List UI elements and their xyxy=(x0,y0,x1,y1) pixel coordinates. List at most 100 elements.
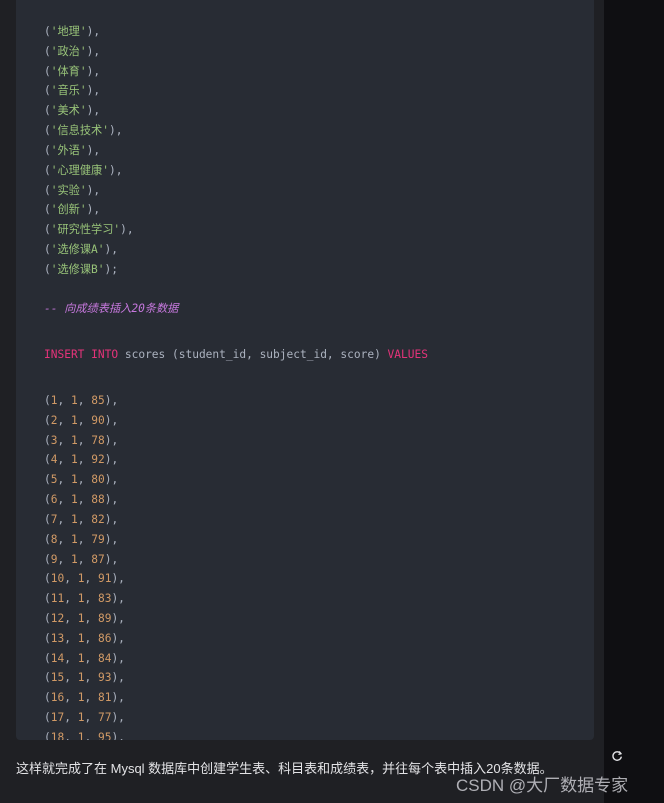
punct: , xyxy=(84,730,98,740)
csdn-watermark: CSDN @大厂数据专家 xyxy=(456,776,629,795)
code-line-score-row: (2, 1, 90), xyxy=(44,411,428,431)
punct: ), xyxy=(86,183,101,197)
punct: ( xyxy=(44,671,51,685)
punct: ( xyxy=(44,473,51,487)
punct: , xyxy=(57,512,71,526)
code-line-score-row: (10, 1, 91), xyxy=(44,569,428,589)
code-line-subject: ('美术'), xyxy=(44,101,428,121)
punct: ), xyxy=(111,592,125,606)
code-line-subject: ('外语'), xyxy=(44,141,428,161)
sql-string: '选修课A' xyxy=(50,242,105,256)
punct: , xyxy=(77,493,92,507)
code-line-score-row: (11, 1, 83), xyxy=(44,589,428,609)
code-line-score-row: (13, 1, 86), xyxy=(44,629,428,649)
sql-number: 80 xyxy=(91,473,105,487)
punct: , xyxy=(64,671,78,685)
code-block: ('地理'), ('政治'), ('体育'), ('音乐'), ('美术'), ('信息技… xyxy=(16,0,594,740)
punct: , xyxy=(57,532,71,546)
sql-number: 16 xyxy=(50,691,65,705)
code-line-subject: ('心理健康'), xyxy=(44,161,428,181)
punct: , xyxy=(77,433,92,447)
sql-keyword-insert: INSERT xyxy=(44,348,85,362)
punct: ), xyxy=(86,104,101,118)
sql-number: 1 xyxy=(70,532,78,546)
punct: , xyxy=(57,433,71,447)
code-line-subject: ('地理'), xyxy=(44,22,428,42)
sql-string: '研究性学习' xyxy=(50,223,121,237)
sql-number: 95 xyxy=(97,730,112,740)
code-line-score-row: (9, 1, 87), xyxy=(44,550,428,570)
punct: ( xyxy=(44,493,51,507)
sql-comment: -- 向成绩表插入20条数据 xyxy=(44,302,179,316)
punct: ( xyxy=(44,25,51,38)
punct: ( xyxy=(44,651,51,665)
sql-string: '信息技术' xyxy=(50,124,109,138)
punct: , xyxy=(77,512,92,526)
punct: ), xyxy=(104,413,119,427)
punct: ), xyxy=(111,730,125,740)
punct: ); xyxy=(104,262,119,276)
punct: , xyxy=(64,711,78,724)
punct: ( xyxy=(44,631,51,645)
punct: ( xyxy=(44,532,51,546)
punct: ), xyxy=(111,631,125,645)
punct: , xyxy=(57,413,71,427)
sql-number: 17 xyxy=(50,711,65,724)
punct: ), xyxy=(111,572,125,586)
punct: , xyxy=(57,552,71,566)
refresh-icon[interactable] xyxy=(611,750,623,762)
sql-string: '体育' xyxy=(50,64,87,78)
sql-number: 7 xyxy=(50,512,58,526)
punct: ), xyxy=(104,453,119,467)
punct: ), xyxy=(104,532,119,546)
punct: , xyxy=(77,413,92,427)
punct: , xyxy=(64,651,78,665)
punct: , xyxy=(57,473,71,487)
sql-number: 89 xyxy=(97,611,112,625)
sql-number: 18 xyxy=(50,730,65,740)
right-gutter xyxy=(604,0,664,803)
sql-string: '政治' xyxy=(50,44,87,58)
code-lines: ('地理'), ('政治'), ('体育'), ('音乐'), ('美术'), ('信息技… xyxy=(44,0,428,740)
punct: ( xyxy=(44,104,51,118)
code-line-subject: ('创新'), xyxy=(44,200,428,220)
code-line-subject: ('选修课A'), xyxy=(44,240,428,260)
punct: ( xyxy=(44,223,51,237)
punct: ), xyxy=(104,473,119,487)
punct: , xyxy=(64,730,78,740)
sql-number: 1 xyxy=(70,493,78,507)
punct: , xyxy=(64,691,78,705)
article-panel: ('地理'), ('政治'), ('体育'), ('音乐'), ('美术'), ('信息技… xyxy=(0,0,604,803)
sql-number: 87 xyxy=(91,552,105,566)
sql-number: 15 xyxy=(50,671,65,685)
sql-number: 4 xyxy=(50,453,58,467)
sql-string: '心理健康' xyxy=(50,163,109,177)
sql-number: 90 xyxy=(91,413,105,427)
code-line-subject: ('选修课B'); xyxy=(44,260,428,280)
punct: ( xyxy=(44,242,51,256)
punct: ), xyxy=(104,512,119,526)
punct: ( xyxy=(44,512,51,526)
sql-string: '外语' xyxy=(50,143,87,157)
sql-number: 5 xyxy=(50,473,58,487)
sql-string: '实验' xyxy=(50,183,87,197)
sql-number: 1 xyxy=(70,552,78,566)
sql-number: 1 xyxy=(50,394,58,407)
punct: ( xyxy=(44,592,51,606)
punct: ( xyxy=(44,413,51,427)
punct: ), xyxy=(111,671,125,685)
punct: , xyxy=(84,691,98,705)
sql-number: 6 xyxy=(50,493,58,507)
code-line-subject: ('政治'), xyxy=(44,42,428,62)
code-line-score-row: (15, 1, 93), xyxy=(44,668,428,688)
code-line-score-row: (5, 1, 80), xyxy=(44,470,428,490)
sql-number: 81 xyxy=(97,691,112,705)
code-line-score-row: (4, 1, 92), xyxy=(44,450,428,470)
code-line-score-row: (1, 1, 85), xyxy=(44,391,428,411)
punct: ), xyxy=(104,242,119,256)
code-line-score-row: (16, 1, 81), xyxy=(44,688,428,708)
sql-keyword-values: VALUES xyxy=(387,348,428,362)
sql-number: 1 xyxy=(70,413,78,427)
punct: , xyxy=(64,611,78,625)
punct: , xyxy=(64,631,78,645)
